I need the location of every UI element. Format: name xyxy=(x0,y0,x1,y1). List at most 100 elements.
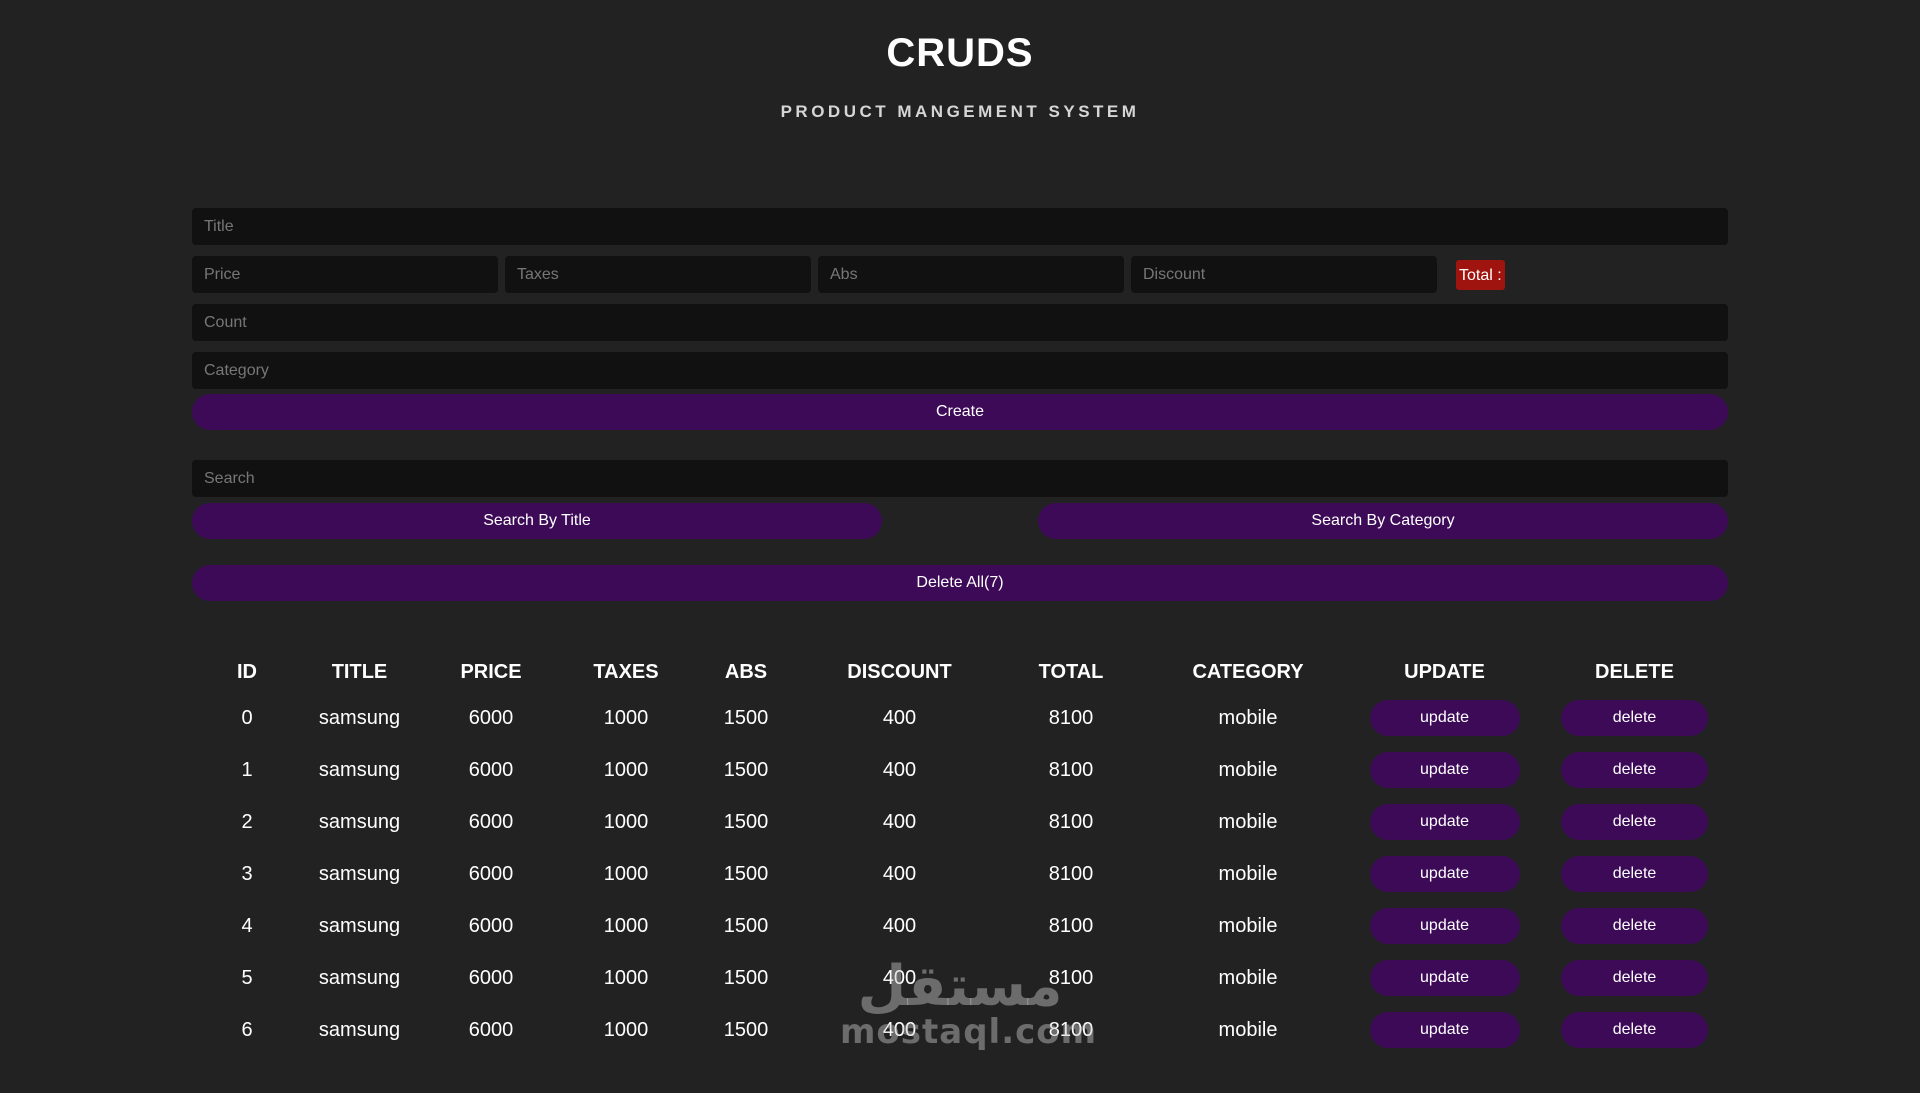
cell-update: update xyxy=(1348,796,1541,848)
delete-all-section: Delete All(7) xyxy=(192,565,1728,601)
cell-total: 8100 xyxy=(1048,758,1094,781)
column-header-update: UPDATE xyxy=(1404,660,1485,683)
product-form: Total : Create xyxy=(192,208,1728,430)
total-badge: Total : xyxy=(1456,259,1505,290)
cell-delete: delete xyxy=(1541,692,1728,744)
delete-button[interactable]: delete xyxy=(1561,856,1708,892)
title-input[interactable] xyxy=(192,208,1728,245)
search-by-title-button[interactable]: Search By Title xyxy=(192,503,882,539)
cell-category: mobile xyxy=(1218,810,1278,833)
cell-delete: delete xyxy=(1541,796,1728,848)
delete-button[interactable]: delete xyxy=(1561,700,1708,736)
cell-delete: delete xyxy=(1541,744,1728,796)
abs-input[interactable] xyxy=(818,256,1124,293)
column-header-id: ID xyxy=(237,660,257,683)
discount-input[interactable] xyxy=(1131,256,1437,293)
cell-total: 8100 xyxy=(1048,966,1094,989)
cell-category: mobile xyxy=(1218,706,1278,729)
delete-button[interactable]: delete xyxy=(1561,908,1708,944)
cell-title: samsung xyxy=(318,758,401,781)
cell-title: samsung xyxy=(318,914,401,937)
cell-id: 0 xyxy=(241,706,253,729)
delete-button[interactable]: delete xyxy=(1561,752,1708,788)
cell-delete: delete xyxy=(1541,900,1728,952)
category-input[interactable] xyxy=(192,352,1728,389)
update-button[interactable]: update xyxy=(1369,1012,1520,1048)
update-button[interactable]: update xyxy=(1369,856,1520,892)
cell-discount: 400 xyxy=(882,914,917,937)
cell-update: update xyxy=(1348,692,1541,744)
cell-total: 8100 xyxy=(1048,862,1094,885)
update-button[interactable]: update xyxy=(1369,700,1520,736)
cell-abs: 1500 xyxy=(723,914,769,937)
table-row: 3 samsung 6000 1000 1500 400 8100 mobile… xyxy=(192,848,1728,900)
cell-delete: delete xyxy=(1541,952,1728,1004)
page-title: CRUDS xyxy=(886,31,1034,75)
cell-taxes: 1000 xyxy=(603,758,649,781)
cell-taxes: 1000 xyxy=(603,706,649,729)
cell-update: update xyxy=(1348,900,1541,952)
cell-taxes: 1000 xyxy=(603,810,649,833)
cell-price: 6000 xyxy=(468,810,514,833)
cell-category: mobile xyxy=(1218,862,1278,885)
create-button[interactable]: Create xyxy=(192,394,1728,430)
delete-button[interactable]: delete xyxy=(1561,1012,1708,1048)
table-row: 2 samsung 6000 1000 1500 400 8100 mobile… xyxy=(192,796,1728,848)
cell-total: 8100 xyxy=(1048,706,1094,729)
delete-button[interactable]: delete xyxy=(1561,960,1708,996)
cell-price: 6000 xyxy=(468,706,514,729)
cell-update: update xyxy=(1348,848,1541,900)
column-header-discount: DISCOUNT xyxy=(847,660,952,683)
products-table: ID TITLE PRICE TAXES ABS DISCOUNT TOTAL … xyxy=(192,652,1728,1056)
cell-title: samsung xyxy=(318,966,401,989)
cell-discount: 400 xyxy=(882,862,917,885)
cell-discount: 400 xyxy=(882,758,917,781)
cell-category: mobile xyxy=(1218,758,1278,781)
cell-discount: 400 xyxy=(882,706,917,729)
page-subtitle: PRODUCT MANGEMENT SYSTEM xyxy=(780,102,1140,121)
update-button[interactable]: update xyxy=(1369,960,1520,996)
cell-abs: 1500 xyxy=(723,810,769,833)
cell-id: 6 xyxy=(241,1018,253,1041)
update-button[interactable]: update xyxy=(1369,804,1520,840)
update-button[interactable]: update xyxy=(1369,908,1520,944)
cell-id: 3 xyxy=(241,862,253,885)
cell-price: 6000 xyxy=(468,1018,514,1041)
cell-taxes: 1000 xyxy=(603,966,649,989)
cell-delete: delete xyxy=(1541,848,1728,900)
cell-id: 1 xyxy=(241,758,253,781)
cell-abs: 1500 xyxy=(723,706,769,729)
cell-title: samsung xyxy=(318,862,401,885)
column-header-price: PRICE xyxy=(460,660,522,683)
price-input[interactable] xyxy=(192,256,498,293)
column-header-abs: ABS xyxy=(724,660,768,683)
cell-price: 6000 xyxy=(468,966,514,989)
count-input[interactable] xyxy=(192,304,1728,341)
cell-taxes: 1000 xyxy=(603,862,649,885)
table-row: 6 samsung 6000 1000 1500 400 8100 mobile… xyxy=(192,1004,1728,1056)
table-row: 0 samsung 6000 1000 1500 400 8100 mobile… xyxy=(192,692,1728,744)
cell-total: 8100 xyxy=(1048,810,1094,833)
delete-all-button[interactable]: Delete All(7) xyxy=(192,565,1728,601)
cell-discount: 400 xyxy=(882,810,917,833)
cell-id: 2 xyxy=(241,810,253,833)
cell-title: samsung xyxy=(318,1018,401,1041)
cell-abs: 1500 xyxy=(723,1018,769,1041)
delete-button[interactable]: delete xyxy=(1561,804,1708,840)
cell-abs: 1500 xyxy=(723,758,769,781)
cell-total: 8100 xyxy=(1048,1018,1094,1041)
column-header-taxes: TAXES xyxy=(593,660,659,683)
cell-update: update xyxy=(1348,744,1541,796)
search-input[interactable] xyxy=(192,460,1728,497)
cell-category: mobile xyxy=(1218,966,1278,989)
cell-taxes: 1000 xyxy=(603,1018,649,1041)
search-by-category-button[interactable]: Search By Category xyxy=(1038,503,1728,539)
update-button[interactable]: update xyxy=(1369,752,1520,788)
cell-id: 5 xyxy=(241,966,253,989)
column-header-title: TITLE xyxy=(331,660,388,683)
taxes-input[interactable] xyxy=(505,256,811,293)
cell-delete: delete xyxy=(1541,1004,1728,1056)
cell-update: update xyxy=(1348,1004,1541,1056)
cell-discount: 400 xyxy=(882,966,917,989)
crud-app: CRUDS PRODUCT MANGEMENT SYSTEM Total : C… xyxy=(0,0,1920,1093)
